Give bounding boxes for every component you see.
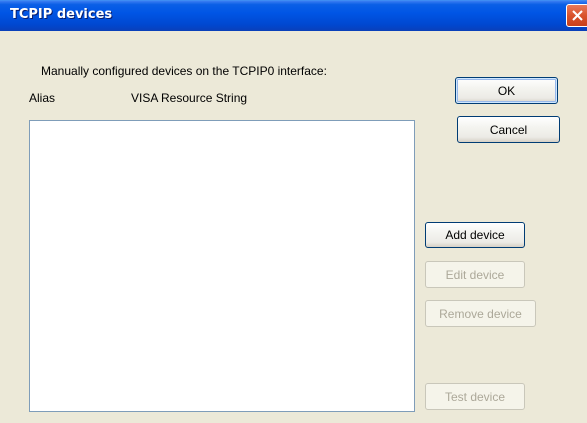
devices-list[interactable] [29,120,415,412]
window-title: TCPIP devices [10,7,113,22]
close-button[interactable] [566,4,587,27]
column-header-visa-resource-string: VISA Resource String [131,91,248,105]
cancel-button[interactable]: Cancel [457,116,560,143]
close-icon [572,10,583,21]
edit-device-button[interactable]: Edit device [425,261,525,288]
description-label: Manually configured devices on the TCPIP… [41,64,327,78]
add-device-button[interactable]: Add device [425,222,525,248]
ok-button[interactable]: OK [455,77,558,104]
remove-device-button[interactable]: Remove device [425,300,536,327]
column-header-alias: Alias [29,91,56,105]
tcpip-devices-dialog: TCPIP devices Manually configured device… [0,0,587,423]
title-bar[interactable]: TCPIP devices [0,0,587,31]
test-device-button[interactable]: Test device [425,383,525,410]
